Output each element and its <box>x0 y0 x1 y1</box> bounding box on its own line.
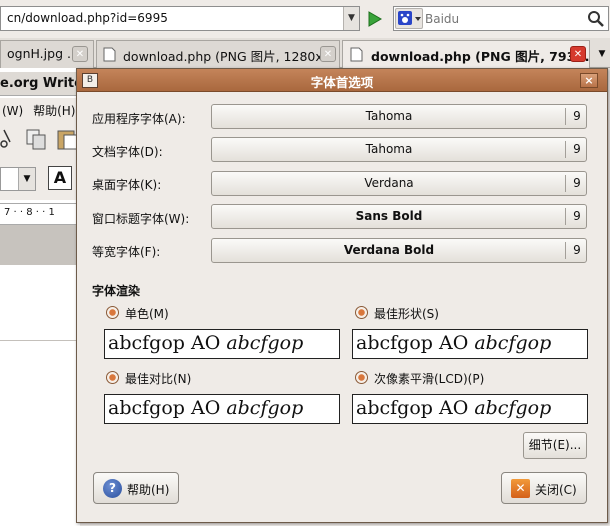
url-history-dropdown[interactable]: ▼ <box>343 7 359 30</box>
dialog-title: 字体首选项 <box>310 75 374 90</box>
dialog-close-icon[interactable]: × <box>580 73 598 88</box>
window-menu-icon[interactable]: B <box>82 73 98 88</box>
best-shapes-preview[interactable]: abcfgop AO abcfgop <box>352 329 588 359</box>
font-size: 9 <box>573 243 581 257</box>
help-icon: ? <box>103 479 122 498</box>
tab-label: download.php (PNG 图片, 1280x... <box>123 49 335 64</box>
preview-italic-text: abcfgop <box>474 397 552 419</box>
page-icon <box>103 47 116 62</box>
desktop-font-button[interactable]: Verdana 9 <box>211 171 587 196</box>
divider <box>565 141 566 158</box>
copy-icon[interactable] <box>25 127 49 151</box>
font-size: 9 <box>573 176 581 190</box>
divider <box>565 242 566 259</box>
preview-italic-text: abcfgop <box>474 332 552 354</box>
font-size: 9 <box>573 109 581 123</box>
best-shapes-radio[interactable] <box>355 306 368 319</box>
monospace-font-button[interactable]: Verdana Bold 9 <box>211 238 587 263</box>
desktop-font-label: 桌面字体(K): <box>92 178 162 192</box>
search-icon[interactable] <box>586 9 606 29</box>
font-size: 9 <box>573 142 581 156</box>
writer-toolbar <box>0 122 80 158</box>
tab-label: ognH.jpg ... <box>7 46 79 61</box>
font-rendering-heading: 字体渲染 <box>92 284 141 298</box>
chevron-down-icon[interactable]: ▼ <box>18 168 35 190</box>
font-name: Tahoma <box>365 109 413 123</box>
writer-title: e.org Writer <box>0 72 80 96</box>
font-name: Sans Bold <box>355 209 423 223</box>
tab-download-1[interactable]: download.php (PNG 图片, 1280x... <box>96 40 340 68</box>
subpixel-smoothing-preview[interactable]: abcfgop AO abcfgop <box>352 394 588 424</box>
window-title-font-button[interactable]: Sans Bold 9 <box>211 204 587 229</box>
monochrome-preview[interactable]: abcfgop AO abcfgop <box>104 329 340 359</box>
tab-label: download.php (PNG 图片, 793... <box>371 49 590 64</box>
url-text: cn/download.php?id=6995 <box>7 11 168 25</box>
divider <box>0 340 80 341</box>
document-page[interactable] <box>0 265 80 526</box>
page-icon <box>350 47 363 62</box>
close-button[interactable]: ✕ 关闭(C) <box>501 472 587 504</box>
help-button[interactable]: ? 帮助(H) <box>93 472 179 504</box>
best-contrast-label[interactable]: 最佳对比(N) <box>125 370 191 387</box>
help-button-label: 帮助(H) <box>127 483 170 497</box>
search-engine-selector[interactable] <box>395 8 423 29</box>
preview-text: abcfgop AO <box>108 332 227 354</box>
font-size: 9 <box>573 209 581 223</box>
subpixel-smoothing-radio[interactable] <box>355 371 368 384</box>
monochrome-label[interactable]: 单色(M) <box>125 305 169 322</box>
divider <box>565 208 566 225</box>
monospace-font-label: 等宽字体(F): <box>92 245 161 259</box>
font-name: Verdana <box>364 176 414 190</box>
application-font-label: 应用程序字体(A): <box>92 112 186 126</box>
tab-download-2[interactable]: download.php (PNG 图片, 793... <box>342 40 590 68</box>
tab-close-icon[interactable]: ✕ <box>320 46 336 62</box>
menu-window[interactable]: (W) <box>2 104 23 118</box>
details-button[interactable]: 细节(E)... <box>523 432 587 459</box>
menu-help[interactable]: 帮助(H) <box>33 104 75 118</box>
preview-text: abcfgop AO <box>108 397 227 419</box>
divider <box>565 108 566 125</box>
ruler: 7 · · 8 · · 1 <box>0 203 80 225</box>
baidu-paw-icon <box>398 11 421 25</box>
close-button-label: 关闭(C) <box>535 483 577 497</box>
window-title-font-label: 窗口标题字体(W): <box>92 212 190 226</box>
monochrome-radio[interactable] <box>106 306 119 319</box>
cut-icon[interactable] <box>0 128 14 150</box>
best-shapes-label[interactable]: 最佳形状(S) <box>374 305 439 322</box>
url-bar[interactable]: cn/download.php?id=6995 <box>0 6 360 31</box>
go-icon[interactable] <box>364 9 384 29</box>
document-font-button[interactable]: Tahoma 9 <box>211 137 587 162</box>
page-margin <box>0 225 80 265</box>
preview-italic-text: abcfgop <box>226 332 304 354</box>
tab-close-icon[interactable]: ✕ <box>570 46 586 62</box>
search-input[interactable] <box>425 9 575 28</box>
font-name: Verdana Bold <box>343 243 435 257</box>
preview-text: abcfgop AO <box>356 332 475 354</box>
subpixel-smoothing-label[interactable]: 次像素平滑(LCD)(P) <box>374 370 484 387</box>
preview-text: abcfgop AO <box>356 397 475 419</box>
best-contrast-preview[interactable]: abcfgop AO abcfgop <box>104 394 340 424</box>
bold-icon[interactable]: A <box>48 166 72 190</box>
preview-italic-text: abcfgop <box>226 397 304 419</box>
divider <box>565 175 566 192</box>
tab-list-dropdown[interactable]: ▼ <box>596 44 608 64</box>
writer-menubar: (W) 帮助(H) <box>0 98 80 122</box>
tab-close-icon[interactable]: ✕ <box>72 46 88 62</box>
application-font-button[interactable]: Tahoma 9 <box>211 104 587 129</box>
best-contrast-radio[interactable] <box>106 371 119 384</box>
close-icon: ✕ <box>511 479 530 498</box>
font-name: Tahoma <box>365 142 413 156</box>
document-font-label: 文档字体(D): <box>92 145 163 159</box>
